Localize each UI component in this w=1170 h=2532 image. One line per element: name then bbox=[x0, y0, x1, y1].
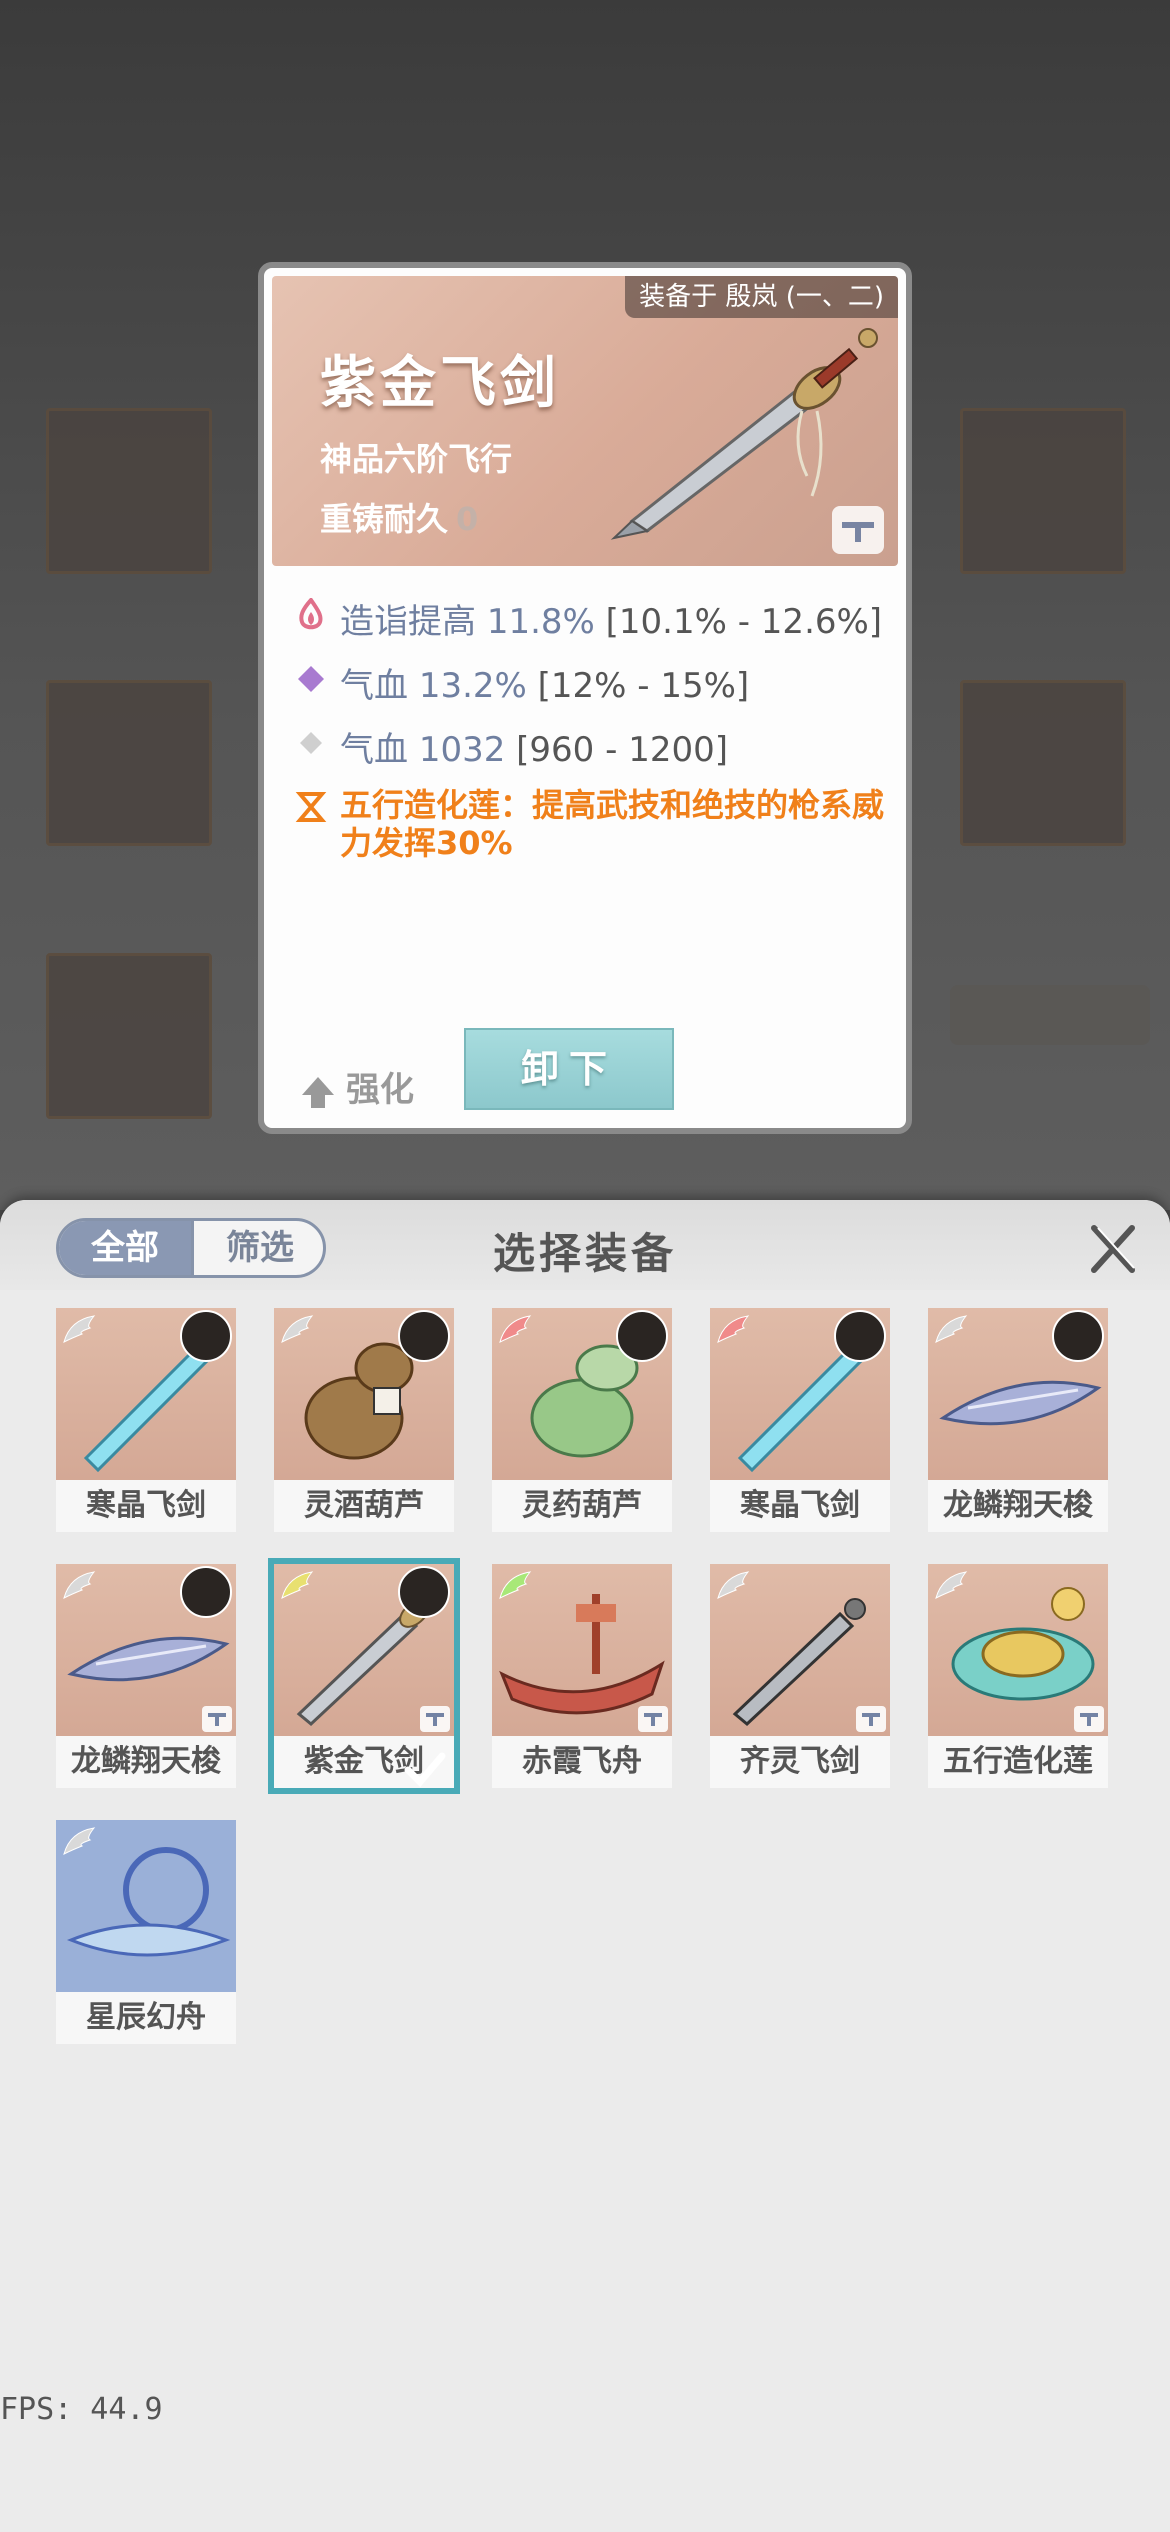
lock-icon bbox=[420, 1706, 450, 1732]
equipment-card[interactable]: 龙鳞翔天梭 bbox=[56, 1564, 236, 1788]
stat-value: 13.2% bbox=[418, 666, 527, 706]
equipment-card[interactable]: 五行造化莲 bbox=[928, 1564, 1108, 1788]
equipment-name: 龙鳞翔天梭 bbox=[928, 1480, 1108, 1532]
grade-wing-icon bbox=[717, 1315, 750, 1343]
owner-avatar bbox=[1052, 1310, 1104, 1362]
equipment-thumbnail bbox=[274, 1564, 454, 1736]
grade-wing-icon bbox=[63, 1315, 96, 1343]
stat-list: 造诣提高 11.8% [10.1% - 12.6%] 气血 13.2% [12%… bbox=[292, 584, 892, 862]
lock-button[interactable] bbox=[832, 506, 884, 554]
stat-value: 1032 bbox=[418, 730, 506, 770]
equipment-thumbnail bbox=[710, 1564, 890, 1736]
item-title: 紫金飞剑 bbox=[320, 351, 560, 416]
equipment-card[interactable]: 赤霞飞舟 bbox=[492, 1564, 672, 1788]
equipment-thumbnail bbox=[492, 1308, 672, 1480]
effect-text: 五行造化莲：提高武技和绝技的枪系威力发挥30% bbox=[340, 786, 885, 862]
grade-wing-icon bbox=[281, 1571, 314, 1599]
grade-wing-icon bbox=[717, 1571, 750, 1599]
reforge-label: 重铸耐久 bbox=[320, 500, 449, 538]
owner-avatar bbox=[180, 1566, 232, 1618]
sheet-title: 选择装备 bbox=[492, 1229, 677, 1278]
flame-icon bbox=[299, 598, 323, 630]
stat-row: 气血 13.2% [12% - 15%] bbox=[292, 648, 892, 712]
reforge-durability: 重铸耐久 0 bbox=[320, 494, 478, 540]
fps-counter: FPS: 44.9 bbox=[0, 2392, 163, 2427]
equipment-name: 寒晶飞剑 bbox=[56, 1480, 236, 1532]
equipment-thumbnail bbox=[274, 1308, 454, 1480]
bg-equip-slot bbox=[46, 408, 212, 574]
equipment-thumbnail bbox=[56, 1564, 236, 1736]
equipment-card[interactable]: 灵酒葫芦 bbox=[274, 1308, 454, 1532]
equipment-card[interactable]: 寒晶飞剑 bbox=[56, 1308, 236, 1532]
grade-wing-icon bbox=[935, 1571, 968, 1599]
owner-avatar bbox=[616, 1310, 668, 1362]
equipment-name: 寒晶飞剑 bbox=[710, 1480, 890, 1532]
grade-wing-icon bbox=[935, 1315, 968, 1343]
lock-icon bbox=[638, 1706, 668, 1732]
equipment-card[interactable]: 星辰幻舟 bbox=[56, 1820, 236, 2044]
arrow-up-icon bbox=[302, 1076, 334, 1108]
stat-row: 造诣提高 11.8% [10.1% - 12.6%] bbox=[292, 584, 892, 648]
equipment-thumbnail bbox=[56, 1820, 236, 1992]
grade-wing-icon bbox=[281, 1315, 314, 1343]
stat-name: 气血 bbox=[340, 730, 408, 770]
grade-wing-icon bbox=[63, 1571, 96, 1599]
bg-equip-slot bbox=[960, 408, 1126, 574]
equipment-thumbnail bbox=[928, 1564, 1108, 1736]
item-grade: 神品六阶飞行 bbox=[320, 440, 513, 478]
equipment-thumbnail bbox=[928, 1308, 1108, 1480]
equipment-detail-card: 装备于 殷岚 (一、二) 紫金飞剑 神品六阶飞行 重铸耐久 0 造诣提高 11.8… bbox=[258, 262, 912, 1134]
equipment-name: 灵酒葫芦 bbox=[274, 1480, 454, 1532]
lock-icon bbox=[202, 1706, 232, 1732]
equipment-name: 龙鳞翔天梭 bbox=[56, 1736, 236, 1788]
grade-wing-icon bbox=[499, 1571, 532, 1599]
enhance-label: 强化 bbox=[346, 1070, 414, 1110]
stat-range: [12% - 15%] bbox=[537, 666, 750, 706]
reforge-value: 0 bbox=[456, 500, 479, 538]
equipment-thumbnail bbox=[56, 1308, 236, 1480]
grade-wing-icon bbox=[499, 1315, 532, 1343]
owner-avatar bbox=[180, 1310, 232, 1362]
bg-equip-slot bbox=[46, 680, 212, 846]
bg-pet-tab bbox=[950, 985, 1150, 1045]
owner-avatar bbox=[398, 1566, 450, 1618]
stat-name: 气血 bbox=[340, 666, 408, 706]
lock-icon bbox=[842, 522, 874, 542]
equipped-by-label: 装备于 殷岚 (一、二) bbox=[625, 276, 898, 318]
equipment-name: 星辰幻舟 bbox=[56, 1992, 236, 2044]
diamond-icon bbox=[300, 732, 322, 754]
equipment-card[interactable]: 灵药葫芦 bbox=[492, 1308, 672, 1532]
equipment-card[interactable]: 龙鳞翔天梭 bbox=[928, 1308, 1108, 1532]
equipment-card[interactable]: 紫金飞剑 bbox=[268, 1558, 460, 1794]
diamond-icon bbox=[298, 666, 324, 692]
stat-value: 11.8% bbox=[486, 602, 595, 642]
owner-avatar bbox=[398, 1310, 450, 1362]
close-icon[interactable] bbox=[1086, 1222, 1140, 1276]
lock-icon bbox=[856, 1706, 886, 1732]
bg-equip-slot bbox=[46, 953, 212, 1119]
equipment-name: 齐灵飞剑 bbox=[710, 1736, 890, 1788]
stat-range: [10.1% - 12.6%] bbox=[605, 602, 883, 642]
stat-name: 造诣提高 bbox=[340, 602, 476, 642]
stat-row: 气血 1032 [960 - 1200] bbox=[292, 712, 892, 776]
equipment-thumbnail bbox=[492, 1564, 672, 1736]
special-effect: 五行造化莲：提高武技和绝技的枪系威力发挥30% bbox=[292, 786, 892, 862]
equipment-card[interactable]: 寒晶飞剑 bbox=[710, 1308, 890, 1532]
equipment-name: 赤霞飞舟 bbox=[492, 1736, 672, 1788]
detail-header: 装备于 殷岚 (一、二) 紫金飞剑 神品六阶飞行 重铸耐久 0 bbox=[272, 276, 898, 566]
stat-range: [960 - 1200] bbox=[516, 730, 728, 770]
enhance-button[interactable]: 强化 bbox=[302, 1062, 414, 1111]
equipment-name: 灵药葫芦 bbox=[492, 1480, 672, 1532]
five-elements-icon bbox=[295, 792, 327, 822]
bg-equip-slot bbox=[960, 680, 1126, 846]
unequip-button[interactable]: 卸下 bbox=[464, 1028, 674, 1110]
grade-wing-icon bbox=[63, 1827, 96, 1855]
checkmark-icon bbox=[404, 1752, 446, 1788]
lock-icon bbox=[1074, 1706, 1104, 1732]
equipment-name: 五行造化莲 bbox=[928, 1736, 1108, 1788]
select-equipment-sheet: 全部 筛选 选择装备 寒晶飞剑 灵酒葫芦 灵药葫芦 寒晶飞剑 龙鳞翔天梭 龙鳞翔天梭 紫金飞… bbox=[0, 1200, 1170, 2532]
owner-avatar bbox=[834, 1310, 886, 1362]
equipment-card[interactable]: 齐灵飞剑 bbox=[710, 1564, 890, 1788]
equipment-thumbnail bbox=[710, 1308, 890, 1480]
